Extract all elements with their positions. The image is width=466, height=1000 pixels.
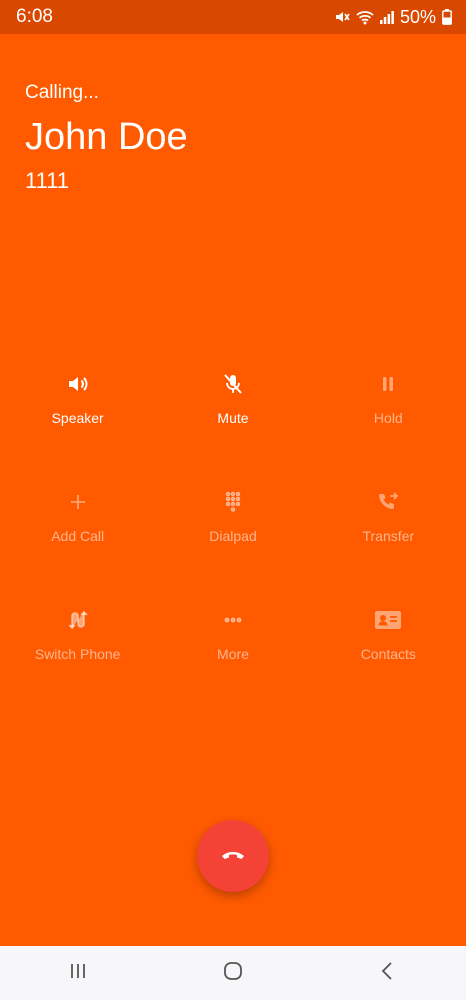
controls-row: Add Call Dialpad Transfer [0,480,466,598]
end-call-icon [218,839,248,874]
transfer-button[interactable]: Transfer [311,480,466,598]
transfer-label: Transfer [362,528,415,544]
end-call-button[interactable] [197,820,269,892]
status-bar: 6:08 50% [0,0,466,34]
navigation-bar [0,946,466,1000]
contact-name: John Doe [25,116,188,158]
home-button[interactable] [213,953,253,993]
phone-forward-icon [374,488,402,516]
switch-phone-label: Switch Phone [34,646,121,662]
controls-row: Speaker Mute Hold [0,362,466,480]
signal-icon [379,10,394,24]
dialpad-button[interactable]: Dialpad [155,480,310,598]
add-call-label: Add Call [51,528,105,544]
plus-icon [64,488,92,516]
speaker-label: Speaker [51,410,104,426]
more-label: More [217,646,249,662]
call-screen: Calling... John Doe 1111 Speaker Mute Ho… [0,34,466,946]
recent-apps-button[interactable] [58,953,98,993]
status-icons: 50% [334,7,452,28]
controls-row: Switch Phone More Contacts [0,598,466,716]
battery-icon [442,9,452,25]
mic-off-icon [219,370,247,398]
mute-label: Mute [217,410,249,426]
pause-icon [374,370,402,398]
switch-phone-icon [64,606,92,634]
recent-apps-icon [68,961,88,986]
add-call-button[interactable]: Add Call [0,480,155,598]
hold-label: Hold [373,410,403,426]
status-time: 6:08 [16,6,53,27]
home-icon [222,960,244,987]
dialpad-label: Dialpad [209,528,257,544]
hold-button[interactable]: Hold [311,362,466,480]
contact-number: 1111 [25,168,70,193]
more-button[interactable]: More [155,598,310,716]
back-icon [378,961,398,986]
wifi-icon [356,9,374,25]
dialpad-icon [219,488,247,516]
battery-percent: 50% [399,6,436,27]
more-icon [219,606,247,634]
speaker-button[interactable]: Speaker [0,362,155,480]
contacts-label: Contacts [360,646,416,662]
mute-notification-icon [334,9,350,25]
contacts-icon [374,606,402,634]
call-controls: Speaker Mute Hold Add Call Dialpad Trans… [0,362,466,716]
speaker-icon [64,370,92,398]
switch-phone-button[interactable]: Switch Phone [0,598,155,716]
call-state: Calling... [25,82,99,103]
mute-button[interactable]: Mute [155,362,310,480]
contacts-button[interactable]: Contacts [311,598,466,716]
back-button[interactable] [368,953,408,993]
